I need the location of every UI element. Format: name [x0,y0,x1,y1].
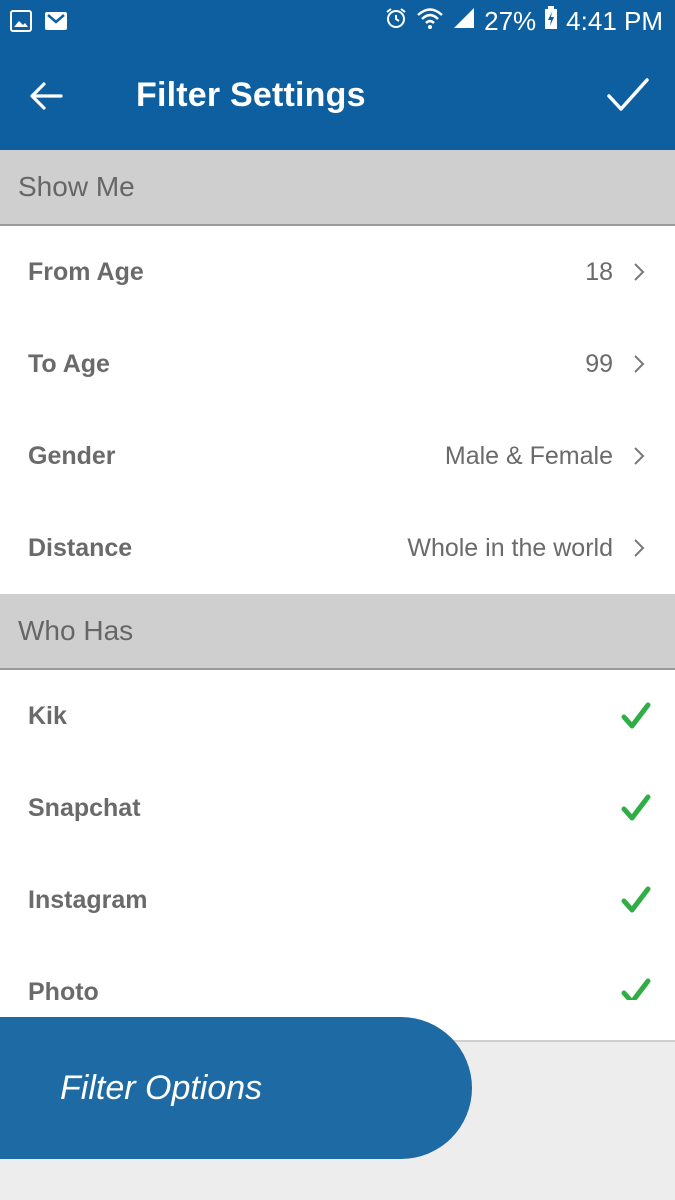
alarm-icon [384,6,408,37]
clock: 4:41 PM [566,6,663,36]
gallery-icon [10,10,32,37]
chevron-right-icon [629,354,649,374]
filter-options-label: Filter Options [60,1068,263,1107]
green-check-icon [619,791,653,825]
back-button[interactable] [22,74,70,122]
row-label: To Age [28,349,110,378]
green-check-icon [619,699,653,733]
chevron-right-icon [629,262,649,282]
green-check-icon [619,883,653,917]
section-header-show-me: Show Me [0,150,675,226]
section-header-who-has: Who Has [0,594,675,670]
battery-icon [544,6,558,37]
row-instagram[interactable]: Instagram [0,854,675,946]
row-label: Snapchat [28,793,141,822]
row-value: 99 [585,349,613,378]
gmail-icon [44,10,68,37]
wifi-icon [416,6,444,37]
row-from-age[interactable]: From Age 18 [0,226,675,318]
row-value: Male & Female [444,441,613,470]
row-value: Whole in the world [407,533,613,562]
status-bar: 27% 4:41 PM [0,0,675,46]
row-label: Distance [28,533,133,562]
row-label: Kik [28,701,67,730]
row-label: Instagram [28,885,148,914]
row-snapchat[interactable]: Snapchat [0,762,675,854]
filter-list: Show Me From Age 18 To Age 99 Gender Mal… [0,150,675,1038]
chevron-right-icon [629,538,649,558]
row-to-age[interactable]: To Age 99 [0,318,675,410]
chevron-right-icon [629,446,649,466]
page-title: Filter Settings [136,76,366,114]
row-value: 18 [585,257,613,286]
confirm-button[interactable] [603,72,653,122]
row-label: From Age [28,257,144,286]
filter-options-button[interactable]: Filter Options [0,1017,472,1159]
notification-icons [10,10,68,37]
battery-percent: 27% [484,6,537,36]
row-label: Gender [28,441,116,470]
signal-icon [452,6,476,37]
row-gender[interactable]: Gender Male & Female [0,410,675,502]
arrow-left-icon [29,81,63,116]
row-kik[interactable]: Kik [0,670,675,762]
check-icon [606,77,650,118]
app-bar: Filter Settings [0,46,675,150]
system-icons: 27% 4:41 PM [384,6,663,37]
row-distance[interactable]: Distance Whole in the world [0,502,675,594]
